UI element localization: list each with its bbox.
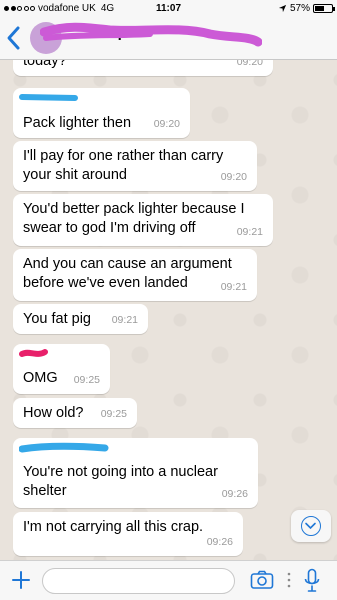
chevron-down-icon	[301, 516, 321, 536]
sender-redaction	[19, 442, 109, 453]
message-time: 09:20	[220, 171, 247, 183]
scroll-to-bottom-button[interactable]	[291, 510, 331, 542]
message-time: 09:21	[220, 281, 247, 293]
message-bubble[interactable]: How old? 09:25	[13, 398, 137, 428]
chat-header: osip	[0, 16, 337, 60]
message-text: OMG	[23, 370, 58, 386]
message-text: I'm not carrying all this crap.	[23, 519, 204, 535]
message-time: 09:21	[111, 314, 138, 326]
message-time: 09:25	[100, 408, 127, 420]
plus-icon[interactable]	[10, 569, 32, 591]
message-list[interactable]: today? 09:20 Pack lighter then 09:20 I'l…	[0, 60, 337, 560]
message-time: 09:20	[153, 118, 180, 130]
message-bubble[interactable]: I'm not carrying all this crap. 09:26	[13, 512, 243, 556]
message-bubble[interactable]: You're not going into a nuclear shelter …	[13, 438, 258, 508]
message-time: 09:21	[236, 226, 263, 238]
message-bubble[interactable]: OMG 09:25	[13, 344, 110, 394]
message-time: 09:20	[236, 60, 263, 68]
microphone-icon[interactable]	[303, 568, 321, 594]
chevron-left-icon[interactable]	[4, 24, 24, 52]
message-text: I'll pay for one rather than carry your …	[23, 148, 224, 183]
message-bubble[interactable]: And you can cause an argument before we'…	[13, 249, 257, 301]
battery-icon	[313, 4, 335, 13]
message-text: You'd better pack lighter because I swea…	[23, 201, 245, 236]
redaction-scribble	[40, 22, 262, 47]
more-icon[interactable]	[287, 572, 291, 588]
status-bar: vodafone UK 4G 11:07 57%	[0, 0, 337, 16]
sender-redaction	[19, 349, 48, 357]
camera-icon[interactable]	[250, 570, 274, 590]
status-right: 57%	[278, 3, 335, 14]
battery-percent: 57%	[289, 3, 310, 14]
message-text: Pack lighter then	[23, 115, 132, 131]
message-bubble[interactable]: You'd better pack lighter because I swea…	[13, 194, 273, 246]
message-time: 09:26	[206, 536, 233, 548]
message-time: 09:26	[221, 488, 248, 500]
sender-redaction	[19, 94, 78, 101]
message-bubble[interactable]: You fat pig 09:21	[13, 304, 148, 334]
composer-bar	[0, 560, 337, 600]
message-bubble[interactable]: today? 09:20	[13, 60, 273, 76]
message-bubble[interactable]: I'll pay for one rather than carry your …	[13, 141, 257, 191]
message-text: today?	[23, 60, 67, 69]
message-bubble[interactable]: Pack lighter then 09:20	[13, 88, 190, 138]
message-text: And you can cause an argument before we'…	[23, 256, 232, 291]
message-text: You're not going into a nuclear shelter	[23, 464, 218, 499]
message-text: How old?	[23, 405, 84, 421]
message-time: 09:25	[73, 374, 100, 386]
message-text: You fat pig	[23, 311, 91, 327]
message-input[interactable]	[42, 568, 235, 594]
location-icon	[278, 4, 287, 13]
